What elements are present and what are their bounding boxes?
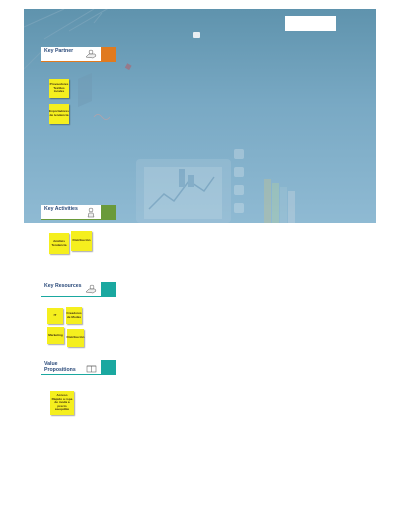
hero-image <box>24 9 376 223</box>
key-partner-header: Key Partner <box>41 47 116 62</box>
key-partner-title: Key Partner <box>44 48 74 54</box>
sticky-note: Exportadores de tendencia <box>49 104 69 124</box>
section-color-tab <box>101 282 116 297</box>
section-underline <box>41 61 101 62</box>
sticky-note: Distribución <box>71 231 92 251</box>
sticky-note: Marketing <box>47 327 64 344</box>
value-propositions-title: Value Propositions <box>44 361 76 373</box>
sticky-note: Distribución <box>66 329 85 347</box>
value-propositions-header: Value Propositions <box>41 360 116 375</box>
section-underline <box>41 374 101 375</box>
hand-icon <box>85 284 97 294</box>
key-activities-title: Key Activities <box>44 206 78 212</box>
hero-marker-icon <box>193 32 200 38</box>
hero-decoration <box>24 9 295 223</box>
person-icon <box>87 207 95 218</box>
sticky-note: Acceso Rápido a ropa de moda a precio as… <box>50 391 74 415</box>
sticky-note: Análisis Tendencia <box>49 233 69 254</box>
hand-icon <box>85 49 97 59</box>
key-activities-header: Key Activities <box>41 205 116 220</box>
section-underline <box>41 219 101 220</box>
key-resources-header: Key Resources <box>41 282 116 297</box>
sticky-note: Creadores de Modas <box>66 307 82 324</box>
sticky-note: Proveedores Textiles locales <box>49 79 69 98</box>
gift-icon <box>86 365 97 373</box>
section-color-tab <box>101 360 116 375</box>
key-resources-title: Key Resources <box>44 283 82 289</box>
section-color-tab <box>101 47 116 62</box>
section-underline <box>41 296 101 297</box>
section-color-tab <box>101 205 116 220</box>
hero-white-box <box>285 16 336 31</box>
sticky-note: IT <box>47 308 63 324</box>
